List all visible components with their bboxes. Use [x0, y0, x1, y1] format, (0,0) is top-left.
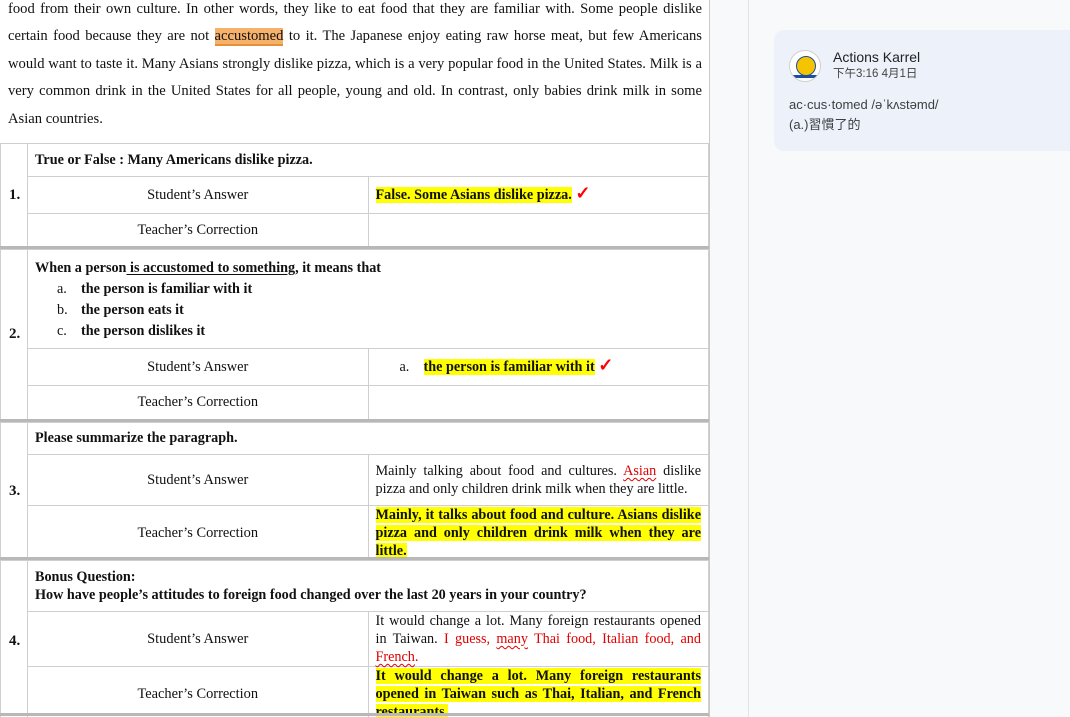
check-mark-icon: ✓ — [598, 355, 614, 375]
teacher-correction-label: Teacher’s Correction — [27, 213, 369, 247]
teacher-correction-cell[interactable] — [367, 385, 709, 420]
question-text: Please summarize the paragraph. — [27, 422, 709, 455]
student-answer-cell[interactable]: a. the person is familiar with it ✓ — [367, 348, 709, 386]
question-stem-underlined: is accustomed to something — [126, 260, 296, 276]
student-answer-text: False. Some Asians dislike pizza. — [375, 187, 572, 203]
comment-word: ac·cus·tomed /əˈkʌstəmd/ — [789, 97, 939, 112]
bonus-label: Bonus Question: — [35, 569, 136, 585]
option-b: b. the person eats it — [57, 300, 701, 321]
option-letter: b. — [57, 302, 68, 318]
question-number: 1. — [0, 143, 28, 247]
teacher-correction-label: Teacher’s Correction — [27, 505, 369, 561]
flagged-text: I guess, — [443, 631, 497, 647]
student-answer-cell[interactable]: It would change a lot. Many foreign rest… — [367, 611, 709, 667]
question-4-table: 4. Bonus Question: How have people’s atti… — [0, 560, 709, 717]
teacher-correction-text: It would change a lot. Many foreign rest… — [375, 668, 701, 717]
option-text: the person is familiar with it — [81, 281, 253, 297]
teacher-correction-label: Teacher’s Correction — [27, 385, 369, 420]
question-2-table: 2. When a person is accustomed to someth… — [0, 249, 709, 420]
option-text: the person dislikes it — [81, 323, 206, 339]
question-number: 2. — [0, 249, 28, 420]
flagged-text: Thai food, Italian food, and — [527, 631, 701, 647]
student-answer-cell[interactable]: Mainly talking about food and cultures. … — [367, 454, 709, 506]
student-answer-label: Student’s Answer — [27, 454, 369, 506]
teacher-correction-text: Mainly, it talks about food and culture.… — [375, 507, 701, 559]
question-3-table: 3. Please summarize the paragraph. Stude… — [0, 422, 709, 561]
teacher-correction-cell[interactable]: Mainly, it talks about food and culture.… — [367, 505, 709, 561]
student-answer-label: Student’s Answer — [27, 176, 369, 214]
avatar-logo-icon — [796, 56, 816, 76]
flagged-word: French — [375, 649, 415, 665]
option-text: the person eats it — [81, 302, 184, 318]
option-letter: a. — [57, 281, 67, 297]
comment-author: Actions Karrel — [833, 49, 921, 65]
bonus-question: How have people’s attitudes to foreign f… — [35, 587, 587, 603]
question-stem: When a person — [35, 260, 127, 276]
question-text: When a person is accustomed to something… — [27, 249, 709, 349]
commented-word-accustomed[interactable]: accustomed — [214, 28, 284, 47]
comment-card[interactable]: Actions Karrel 下午3:16 4月1日 ac·cus·tomed … — [774, 30, 1070, 151]
comment-body: ac·cus·tomed /əˈkʌstəmd/ (a.)習慣了的 — [789, 95, 939, 135]
question-text: Bonus Question: How have people’s attitud… — [27, 560, 709, 612]
question-text: True or False : Many Americans dislike p… — [27, 143, 709, 177]
document-page: food from their own culture. In other wo… — [0, 0, 710, 717]
teacher-correction-cell[interactable] — [367, 213, 709, 247]
question-stem: , it means that — [295, 260, 382, 276]
reading-paragraph: food from their own culture. In other wo… — [0, 0, 709, 133]
student-answer-text: Mainly talking about food and cultures. — [375, 463, 624, 479]
question-1-table: 1. True or False : Many Americans dislik… — [0, 143, 709, 247]
flagged-word: Asian — [623, 463, 657, 479]
question-number: 3. — [0, 422, 28, 561]
teacher-correction-cell[interactable]: It would change a lot. Many foreign rest… — [367, 666, 709, 717]
option-letter: c. — [57, 323, 67, 339]
student-answer-label: Student’s Answer — [27, 348, 369, 386]
answer-letter: a. — [399, 359, 410, 375]
teacher-correction-label: Teacher’s Correction — [27, 666, 369, 717]
avatar[interactable] — [789, 50, 821, 82]
student-answer-text: the person is familiar with it — [423, 359, 595, 375]
option-a: a. the person is familiar with it — [57, 279, 701, 300]
section-divider — [0, 713, 709, 716]
student-answer-cell[interactable]: False. Some Asians dislike pizza. ✓ — [367, 176, 709, 214]
student-answer-label: Student’s Answer — [27, 611, 369, 667]
option-c: c. the person dislikes it — [57, 321, 701, 342]
options-list: a. the person is familiar with it b. the p… — [35, 279, 701, 342]
comment-meaning: (a.)習慣了的 — [789, 117, 861, 132]
question-number: 4. — [0, 560, 28, 717]
comment-timestamp: 下午3:16 4月1日 — [833, 68, 918, 80]
comment-margin-divider — [748, 0, 749, 717]
check-mark-icon: ✓ — [575, 183, 591, 203]
flagged-text: . — [414, 649, 419, 665]
avatar-bar — [793, 75, 817, 78]
flagged-word: many — [496, 631, 528, 647]
